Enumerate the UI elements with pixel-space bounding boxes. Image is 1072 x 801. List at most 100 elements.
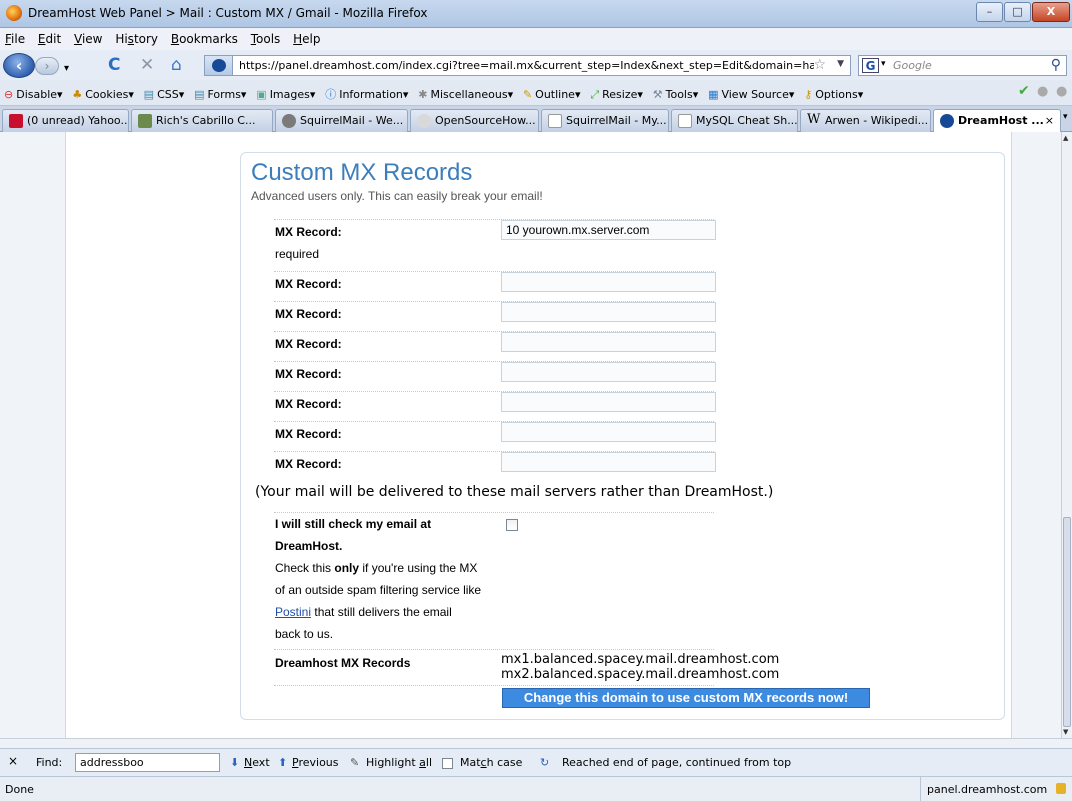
dreamhost-favicon-icon [212, 59, 226, 72]
mx-record-input-8[interactable] [501, 452, 716, 472]
left-margin [0, 132, 66, 738]
mx-record-input-5[interactable] [501, 362, 716, 382]
divider [274, 685, 714, 686]
menu-bookmarks[interactable]: Bookmarks [166, 28, 242, 46]
mx-record-input-7[interactable] [501, 422, 716, 442]
reload-button[interactable]: C [108, 56, 120, 74]
toolbar-tools[interactable]: ⚒ Tools▾ [649, 82, 701, 101]
scroll-up-icon[interactable]: ▲ [1063, 134, 1068, 142]
toolbar-forms[interactable]: ▤ Forms▾ [190, 82, 248, 101]
find-bar: × Find: addressboo ⬇ Next ⬆ Previous ✎ H… [0, 748, 1072, 776]
highlight-all-button[interactable]: Highlight all [366, 756, 432, 769]
tab-mysql-cheat-sheet[interactable]: MySQL Cheat Sh... [671, 109, 798, 132]
url-bar[interactable]: https://panel.dreamhost.com/index.cgi?tr… [204, 55, 851, 76]
bookmark-star-icon[interactable]: ☆ [813, 57, 826, 73]
arrow-down-icon[interactable]: ⬇ [230, 756, 239, 769]
check-option-title: I will still check my email at [275, 517, 432, 531]
find-previous-button[interactable]: Previous [292, 756, 339, 769]
validation-check-icon[interactable]: ✔ [1014, 80, 1032, 99]
check-option-text: back to us. [275, 627, 334, 641]
mx-record-input-1[interactable]: 10 yourown.mx.server.com [501, 220, 716, 240]
tab-squirrelmail-web[interactable]: SquirrelMail - We... [275, 109, 408, 132]
toolbar-css[interactable]: ▤ CSS▾ [140, 82, 187, 101]
engine-dropdown-icon[interactable]: ▾ [881, 59, 886, 69]
google-engine-icon[interactable]: G [862, 58, 879, 73]
menu-bar: File Edit View History Bookmarks Tools H… [0, 28, 1072, 50]
arrow-up-icon[interactable]: ⬆ [278, 756, 287, 769]
url-dropdown-icon[interactable]: ▼ [837, 59, 844, 69]
mx-record-input-3[interactable] [501, 302, 716, 322]
minimize-button[interactable]: – [976, 2, 1003, 22]
toolbar-resize[interactable]: ⤢ Resize▾ [586, 82, 645, 102]
toolbar-outline[interactable]: ✎ Outline▾ [519, 82, 583, 101]
home-button[interactable]: ⌂ [171, 56, 182, 74]
close-find-icon[interactable]: × [8, 754, 18, 768]
tab-arwen-wikipedia[interactable]: W Arwen - Wikipedi... [800, 109, 931, 132]
status-bar: Done panel.dreamhost.com [0, 776, 1072, 801]
close-tab-icon[interactable]: × [1045, 114, 1054, 127]
tab-label: Rich's Cabrillo C... [156, 114, 256, 127]
scroll-down-icon[interactable]: ▼ [1063, 728, 1068, 736]
toolbar-cookies[interactable]: ♣ Cookies▾ [68, 82, 135, 101]
toolbar-options[interactable]: ⚷ Options▾ [800, 82, 865, 101]
mx-record-input-6[interactable] [501, 392, 716, 412]
maximize-button[interactable]: □ [1004, 2, 1031, 22]
dreamhost-mx-records-label: Dreamhost MX Records [275, 656, 411, 670]
forms-icon: ▤ [194, 88, 205, 101]
toolbar-miscellaneous[interactable]: ✱ Miscellaneous▾ [414, 82, 515, 101]
find-input[interactable]: addressboo [75, 753, 220, 772]
still-check-dreamhost-checkbox[interactable] [506, 519, 518, 531]
tab-list-dropdown-icon[interactable]: ▾ [1063, 112, 1068, 122]
mx-record-input-4[interactable] [501, 332, 716, 352]
delivery-note: (Your mail will be delivered to these ma… [255, 484, 774, 500]
menu-view[interactable]: View [69, 28, 106, 46]
forward-button[interactable]: › [35, 57, 59, 75]
tab-dreamhost[interactable]: DreamHost ... × [933, 109, 1061, 133]
use-custom-mx-button[interactable]: Change this domain to use custom MX reco… [502, 688, 870, 708]
toolbar-information[interactable]: ⓘ Information▾ [321, 80, 410, 102]
padlock-icon[interactable] [1056, 783, 1066, 794]
tab-opensourcehowto[interactable]: OpenSourceHow... [410, 109, 539, 132]
page-icon [678, 114, 692, 128]
menu-history[interactable]: History [110, 28, 162, 46]
vertical-scrollbar[interactable]: ▲ ▼ [1061, 132, 1072, 738]
scrollbar-thumb[interactable] [1063, 517, 1071, 727]
toolbar-view-source[interactable]: ▦ View Source▾ [704, 82, 796, 101]
postini-link[interactable]: Postini [275, 605, 311, 619]
back-button[interactable]: ‹ [3, 53, 35, 78]
url-text[interactable]: https://panel.dreamhost.com/index.cgi?tr… [239, 59, 814, 72]
tab-squirrelmail-my[interactable]: SquirrelMail - My... [541, 109, 669, 132]
mx-record-label: MX Record: [275, 457, 342, 471]
menu-edit[interactable]: Edit [33, 28, 65, 46]
toolbar-disable[interactable]: ⊖ Disable▾ [0, 82, 65, 101]
find-next-button[interactable]: Next [244, 756, 270, 769]
mx-record-label: MX Record: [275, 307, 342, 321]
secure-host-name: panel.dreamhost.com [927, 783, 1048, 796]
site-identity-button[interactable] [205, 56, 233, 75]
tab-label: SquirrelMail - My... [566, 114, 667, 127]
menu-help[interactable]: Help [288, 28, 324, 46]
menu-tools[interactable]: Tools [246, 28, 285, 46]
search-placeholder[interactable]: Google [893, 59, 932, 72]
search-icon[interactable]: ⚲ [1051, 57, 1061, 73]
dreamhost-mx-record-2: mx2.balanced.spacey.mail.dreamhost.com [501, 667, 780, 682]
status-text: Done [5, 783, 34, 796]
horizontal-scrollbar[interactable] [0, 738, 1072, 748]
stop-button[interactable]: ✕ [140, 56, 154, 74]
outline-icon: ✎ [522, 88, 533, 101]
mx-record-input-2[interactable] [501, 272, 716, 292]
match-case-checkbox[interactable] [442, 758, 453, 769]
tab-yahoo-mail[interactable]: (0 unread) Yahoo... [2, 109, 129, 132]
required-label: required [275, 247, 320, 261]
mx-record-label: MX Record: [275, 225, 342, 239]
match-case-label[interactable]: Match case [460, 756, 522, 769]
tab-cabrillo[interactable]: Rich's Cabrillo C... [131, 109, 273, 132]
secure-host[interactable]: panel.dreamhost.com [920, 777, 1072, 801]
close-button[interactable]: X [1032, 2, 1070, 22]
highlighter-icon[interactable]: ✎ [350, 756, 359, 769]
history-dropdown-icon[interactable]: ▾ [64, 60, 69, 78]
search-bar[interactable]: G ▾ Google ⚲ [858, 55, 1067, 76]
menu-file[interactable]: File [0, 28, 29, 46]
tab-label: (0 unread) Yahoo... [27, 114, 129, 127]
toolbar-images[interactable]: ▣ Images▾ [252, 82, 317, 101]
